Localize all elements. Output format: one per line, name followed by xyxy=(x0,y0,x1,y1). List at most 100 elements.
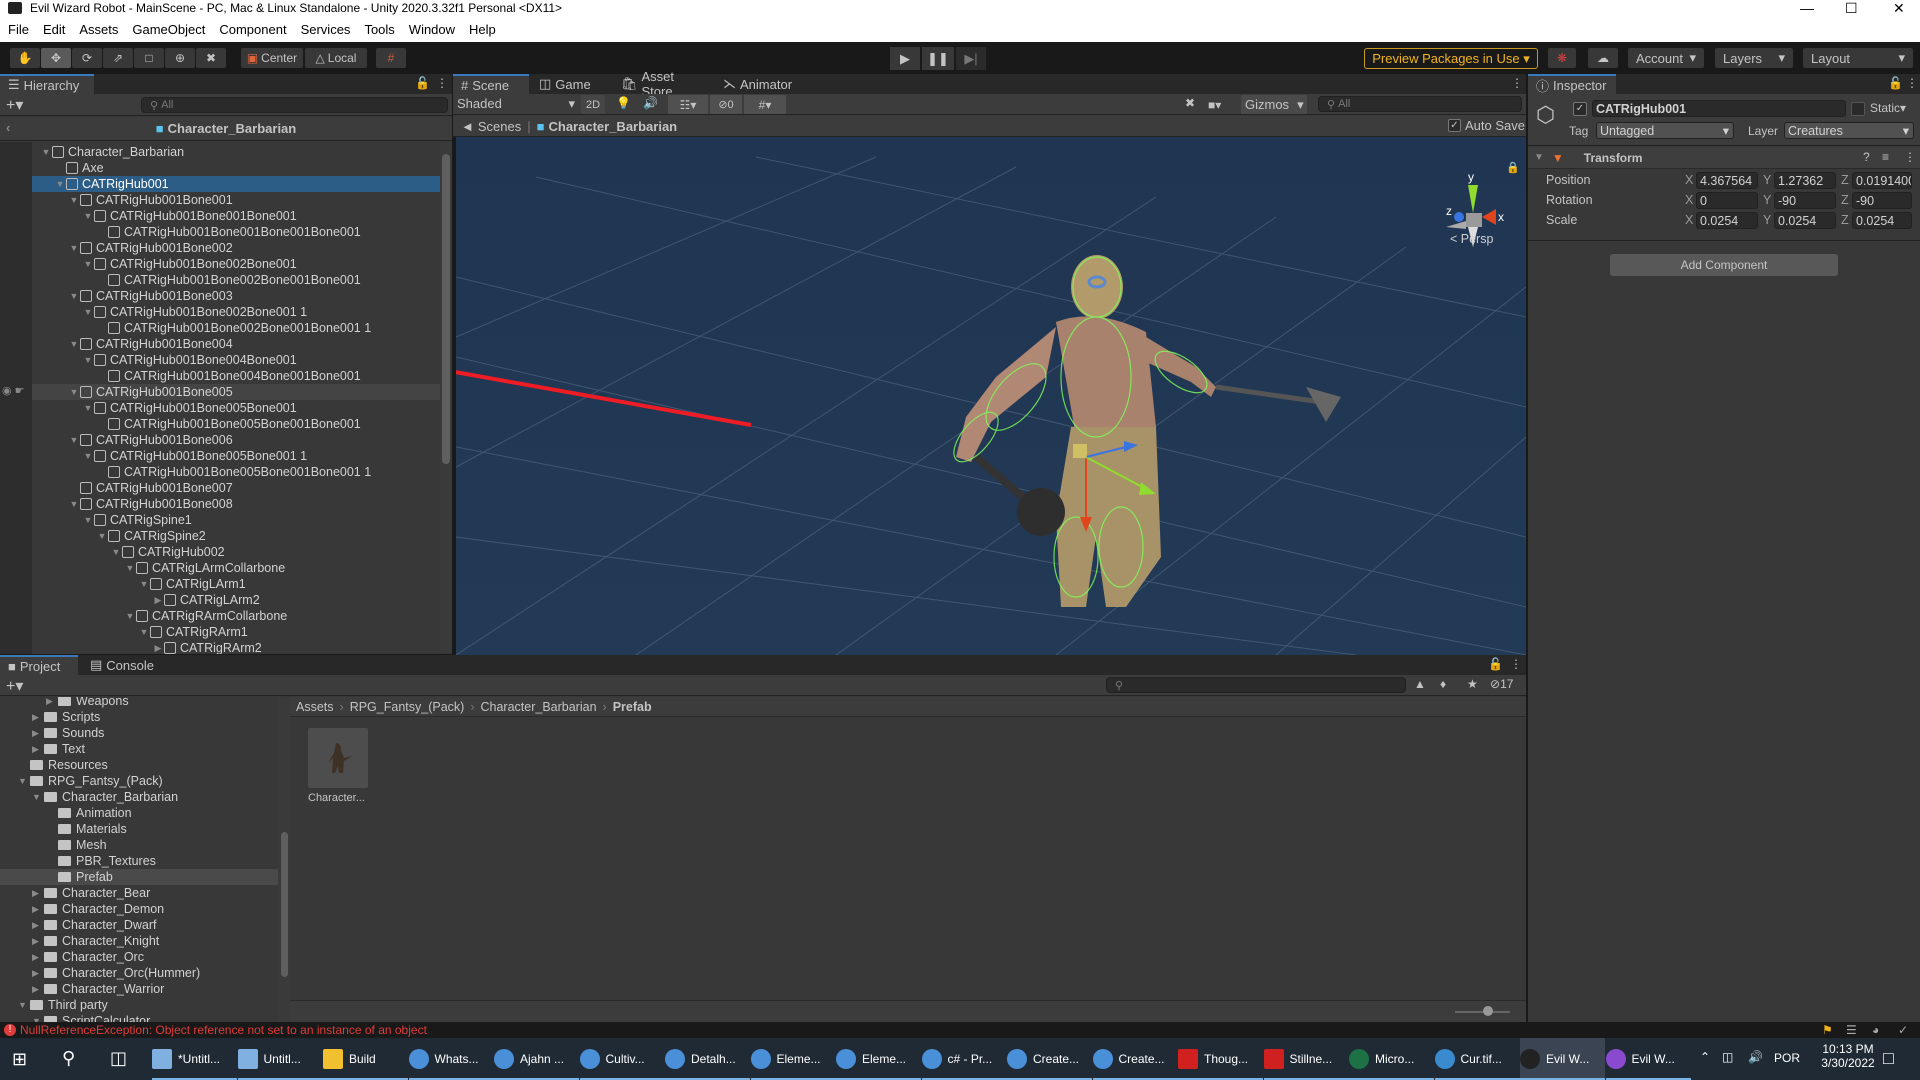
taskbar-app[interactable]: Cultiv... xyxy=(579,1038,665,1080)
project-folder-item[interactable]: ▶ Character_Warrior xyxy=(0,981,278,997)
taskbar-app[interactable]: Whats... xyxy=(408,1038,494,1080)
hierarchy-item[interactable]: CATRigHub001Bone002Bone001Bone001 1 xyxy=(32,320,440,336)
expanded-arrow-icon[interactable]: ▼ xyxy=(82,451,94,461)
lock-icon[interactable]: 🔓 xyxy=(1888,76,1903,90)
expanded-arrow-icon[interactable]: ▼ xyxy=(68,387,80,397)
hierarchy-item[interactable]: ▼ CATRigHub001Bone004 xyxy=(32,336,440,352)
foldout-arrow-icon[interactable]: ▼ xyxy=(1534,152,1544,163)
expanded-arrow-icon[interactable]: ▼ xyxy=(18,1000,30,1010)
icon-size-slider-handle[interactable] xyxy=(1483,1006,1493,1016)
tab-hierarchy[interactable]: ☰ Hierarchy xyxy=(0,74,94,94)
axis-y-label[interactable]: Y xyxy=(1763,173,1771,187)
help-icon[interactable]: ? xyxy=(1863,150,1870,164)
collapsed-arrow-icon[interactable]: ▶ xyxy=(32,952,44,963)
layout-dropdown[interactable]: Layout ▾ xyxy=(1803,48,1913,68)
hierarchy-scrollbar[interactable] xyxy=(440,142,452,654)
taskbar-app[interactable]: Micro... xyxy=(1349,1038,1434,1080)
tab-console[interactable]: ▤ Console xyxy=(82,655,162,675)
create-plus-button[interactable]: +▾ xyxy=(6,676,23,696)
axis-z-label[interactable]: Z xyxy=(1841,213,1849,227)
project-folder-item[interactable]: ▼ RPG_Fantsy_(Pack) xyxy=(0,773,278,789)
expanded-arrow-icon[interactable]: ▼ xyxy=(110,547,122,557)
preview-packages-button[interactable]: Preview Packages in Use ▾ xyxy=(1364,48,1538,69)
progress-icon[interactable]: ◕ xyxy=(1872,1023,1879,1037)
taskbar-app[interactable]: Cur.tif... xyxy=(1434,1038,1520,1080)
hierarchy-item[interactable]: ▼ CATRigHub001Bone002Bone001 1 xyxy=(32,304,440,320)
taskbar-app[interactable]: Evil W... xyxy=(1520,1038,1605,1080)
presets-icon[interactable]: ≡ xyxy=(1882,150,1889,164)
hierarchy-item[interactable]: ▼ CATRigHub001Bone008 xyxy=(32,496,440,512)
hierarchy-item[interactable]: ▼ CATRigHub001Bone004Bone001 xyxy=(32,352,440,368)
transform-tool-button[interactable]: ⊕ xyxy=(165,48,195,68)
menu-tools[interactable]: Tools xyxy=(364,22,394,37)
hierarchy-item[interactable]: CATRigHub001Bone007 xyxy=(32,480,440,496)
hierarchy-item[interactable]: ▼ CATRigHub001Bone005Bone001 xyxy=(32,400,440,416)
taskbar-app[interactable]: Ajahn ... xyxy=(494,1038,579,1080)
breadcrumb-prefab[interactable]: Character_Barbarian xyxy=(549,119,678,134)
project-folder-item[interactable]: Mesh xyxy=(0,837,278,853)
shading-mode-dropdown[interactable]: Shaded ▾ xyxy=(457,96,575,113)
hierarchy-item[interactable]: ▼ CATRigRArmCollarbone xyxy=(32,608,440,624)
menu-assets[interactable]: Assets xyxy=(79,22,118,37)
scale-z-field[interactable]: 0.0254 xyxy=(1852,212,1912,229)
hierarchy-item[interactable]: ▼ CATRigHub001Bone001Bone001 xyxy=(32,208,440,224)
hierarchy-item[interactable]: ▼ CATRigHub001Bone005 xyxy=(32,384,440,400)
filter-by-type-icon[interactable]: ▲ xyxy=(1414,677,1426,691)
expanded-arrow-icon[interactable]: ▼ xyxy=(124,611,136,621)
scale-x-field[interactable]: 0.0254 xyxy=(1696,212,1758,229)
taskbar-app[interactable]: Evil W... xyxy=(1605,1038,1691,1080)
menu-services[interactable]: Services xyxy=(301,22,351,37)
grid-snap-button[interactable]: # xyxy=(376,48,406,68)
favorites-star-icon[interactable]: ★ xyxy=(1467,677,1478,691)
scene-search-input[interactable]: ⚲ All xyxy=(1318,96,1522,112)
project-folder-item[interactable]: Resources xyxy=(0,757,278,773)
show-hidden-icons-chevron[interactable]: ⌃ xyxy=(1700,1050,1710,1064)
menu-edit[interactable]: Edit xyxy=(43,22,65,37)
axis-x-label[interactable]: X xyxy=(1685,213,1693,227)
collapsed-arrow-icon[interactable]: ▶ xyxy=(32,712,44,723)
auto-save-checkbox[interactable]: ✓ xyxy=(1448,119,1461,132)
2d-toggle[interactable]: 2D xyxy=(581,95,605,114)
hierarchy-item[interactable]: Axe xyxy=(32,160,440,176)
scale-tool-button[interactable]: ⇗ xyxy=(103,48,133,68)
taskbar-app[interactable]: Detalh... xyxy=(665,1038,750,1080)
create-plus-button[interactable]: +▾ xyxy=(6,95,23,115)
collapsed-arrow-icon[interactable]: ▶ xyxy=(152,595,164,606)
maximize-button[interactable]: ☐ xyxy=(1845,0,1858,17)
hierarchy-item[interactable]: ▼ CATRigHub001Bone003 xyxy=(32,288,440,304)
network-icon[interactable]: ◫ xyxy=(1722,1050,1733,1064)
project-folder-item[interactable]: ▼ ScriptCalculator xyxy=(0,1013,278,1022)
taskbar-app[interactable]: *Untitl... xyxy=(152,1038,237,1080)
camera-dropdown[interactable]: ■▾ xyxy=(1208,95,1238,114)
hierarchy-item[interactable]: ▶ CATRigRArm2 xyxy=(32,640,440,654)
expanded-arrow-icon[interactable]: ▼ xyxy=(138,627,150,637)
axis-x-label[interactable]: X xyxy=(1685,193,1693,207)
custom-tool-button[interactable]: ✖ xyxy=(196,48,226,68)
taskbar-app[interactable]: Create... xyxy=(1007,1038,1092,1080)
project-folder-item[interactable]: PBR_Textures xyxy=(0,853,278,869)
project-folder-item[interactable]: Animation xyxy=(0,805,278,821)
expanded-arrow-icon[interactable]: ▼ xyxy=(82,259,94,269)
filter-by-label-icon[interactable]: ♦ xyxy=(1440,677,1446,691)
transform-header[interactable]: ▼ ▼ Transform ? ≡ ⋮ xyxy=(1528,147,1920,169)
tab-asset-store[interactable]: 🛍 Asset Store xyxy=(613,69,713,99)
gizmo-lock-icon[interactable]: 🔒 xyxy=(1506,161,1520,174)
hierarchy-item[interactable]: CATRigHub001Bone001Bone001Bone001 xyxy=(32,224,440,240)
collapsed-arrow-icon[interactable]: ▶ xyxy=(152,643,164,654)
taskbar-app[interactable]: Eleme... xyxy=(836,1038,921,1080)
auto-generate-lighting-icon[interactable]: ✓ xyxy=(1898,1023,1908,1037)
tab-inspector[interactable]: ⓘ Inspector xyxy=(1528,74,1616,94)
expanded-arrow-icon[interactable]: ▼ xyxy=(138,579,150,589)
hierarchy-item[interactable]: CATRigHub001Bone005Bone001Bone001 1 xyxy=(32,464,440,480)
breadcrumb-scenes[interactable]: Scenes xyxy=(478,119,521,134)
more-menu-icon[interactable]: ⋮ xyxy=(1904,150,1916,164)
active-checkbox[interactable]: ✓ xyxy=(1573,102,1587,116)
expanded-arrow-icon[interactable]: ▼ xyxy=(18,776,30,786)
windows-start-icon[interactable]: ⊞ xyxy=(12,1049,27,1070)
project-tree-scrollbar[interactable] xyxy=(278,697,290,1022)
hierarchy-item[interactable]: ▼ CATRigRArm1 xyxy=(32,624,440,640)
projection-label[interactable]: < Persp xyxy=(1450,232,1493,246)
expanded-arrow-icon[interactable]: ▼ xyxy=(82,515,94,525)
pivot-local-button[interactable]: △ Local xyxy=(305,48,367,68)
hierarchy-item[interactable]: ▼ CATRigHub001Bone002 xyxy=(32,240,440,256)
